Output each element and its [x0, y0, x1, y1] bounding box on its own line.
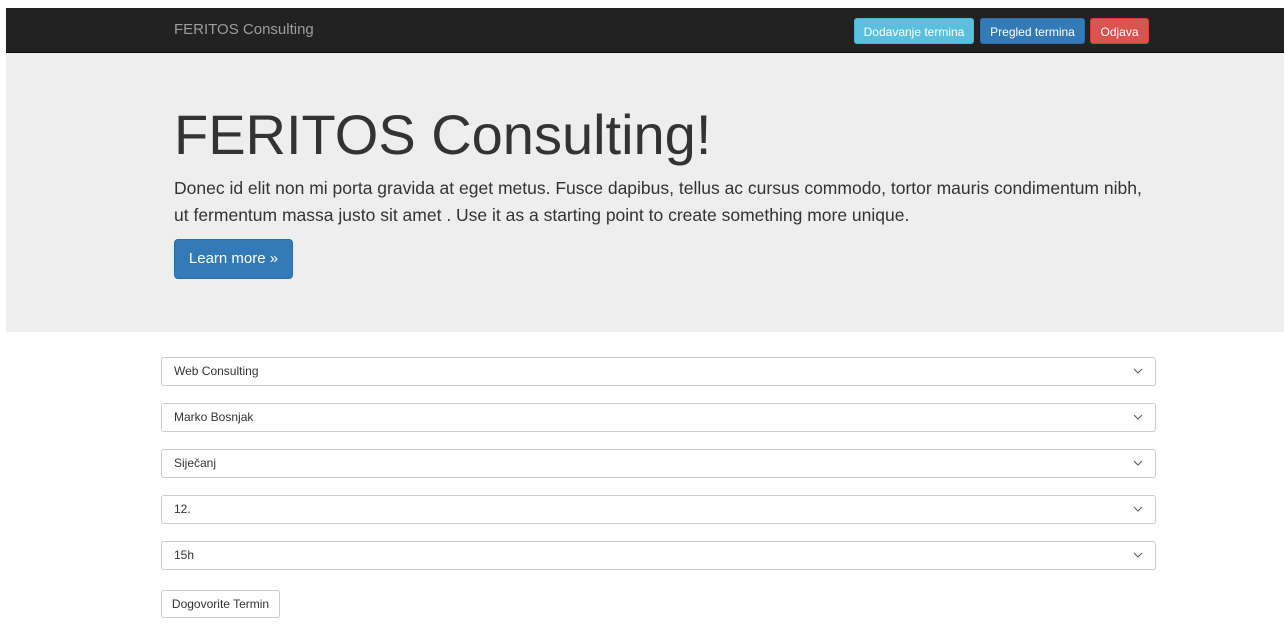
chevron-down-icon: [1133, 552, 1143, 558]
consultant-select-value: Marko Bosnjak: [174, 410, 254, 424]
day-select-value: 12.: [174, 502, 191, 516]
chevron-down-icon: [1133, 414, 1143, 420]
day-select[interactable]: 12.: [161, 495, 1156, 524]
jumbotron: FERITOS Consulting! Donec id elit non mi…: [6, 53, 1284, 332]
hour-select-value: 15h: [174, 548, 195, 562]
top-strip: [0, 0, 1284, 8]
view-appointments-button[interactable]: Pregled termina: [980, 18, 1085, 44]
consultant-select[interactable]: Marko Bosnjak: [161, 403, 1156, 432]
navbar-brand[interactable]: FERITOS Consulting: [174, 8, 314, 52]
navbar: FERITOS Consulting Dodavanje termina Pre…: [6, 8, 1284, 53]
month-select-value: Siječanj: [174, 456, 217, 470]
month-select[interactable]: Siječanj: [161, 449, 1156, 478]
hour-select[interactable]: 15h: [161, 541, 1156, 570]
logout-button[interactable]: Odjava: [1090, 18, 1149, 44]
learn-more-button[interactable]: Learn more »: [174, 239, 293, 279]
add-appointment-button[interactable]: Dodavanje termina: [854, 18, 974, 44]
chevron-down-icon: [1133, 460, 1143, 466]
chevron-down-icon: [1133, 368, 1143, 374]
service-select-value: Web Consulting: [174, 364, 259, 378]
book-appointment-button[interactable]: Dogovorite Termin: [161, 590, 280, 618]
service-select[interactable]: Web Consulting: [161, 357, 1156, 386]
page-title: FERITOS Consulting!: [174, 103, 712, 166]
jumbotron-text: Donec id elit non mi porta gravida at eg…: [174, 178, 1142, 225]
chevron-down-icon: [1133, 506, 1143, 512]
